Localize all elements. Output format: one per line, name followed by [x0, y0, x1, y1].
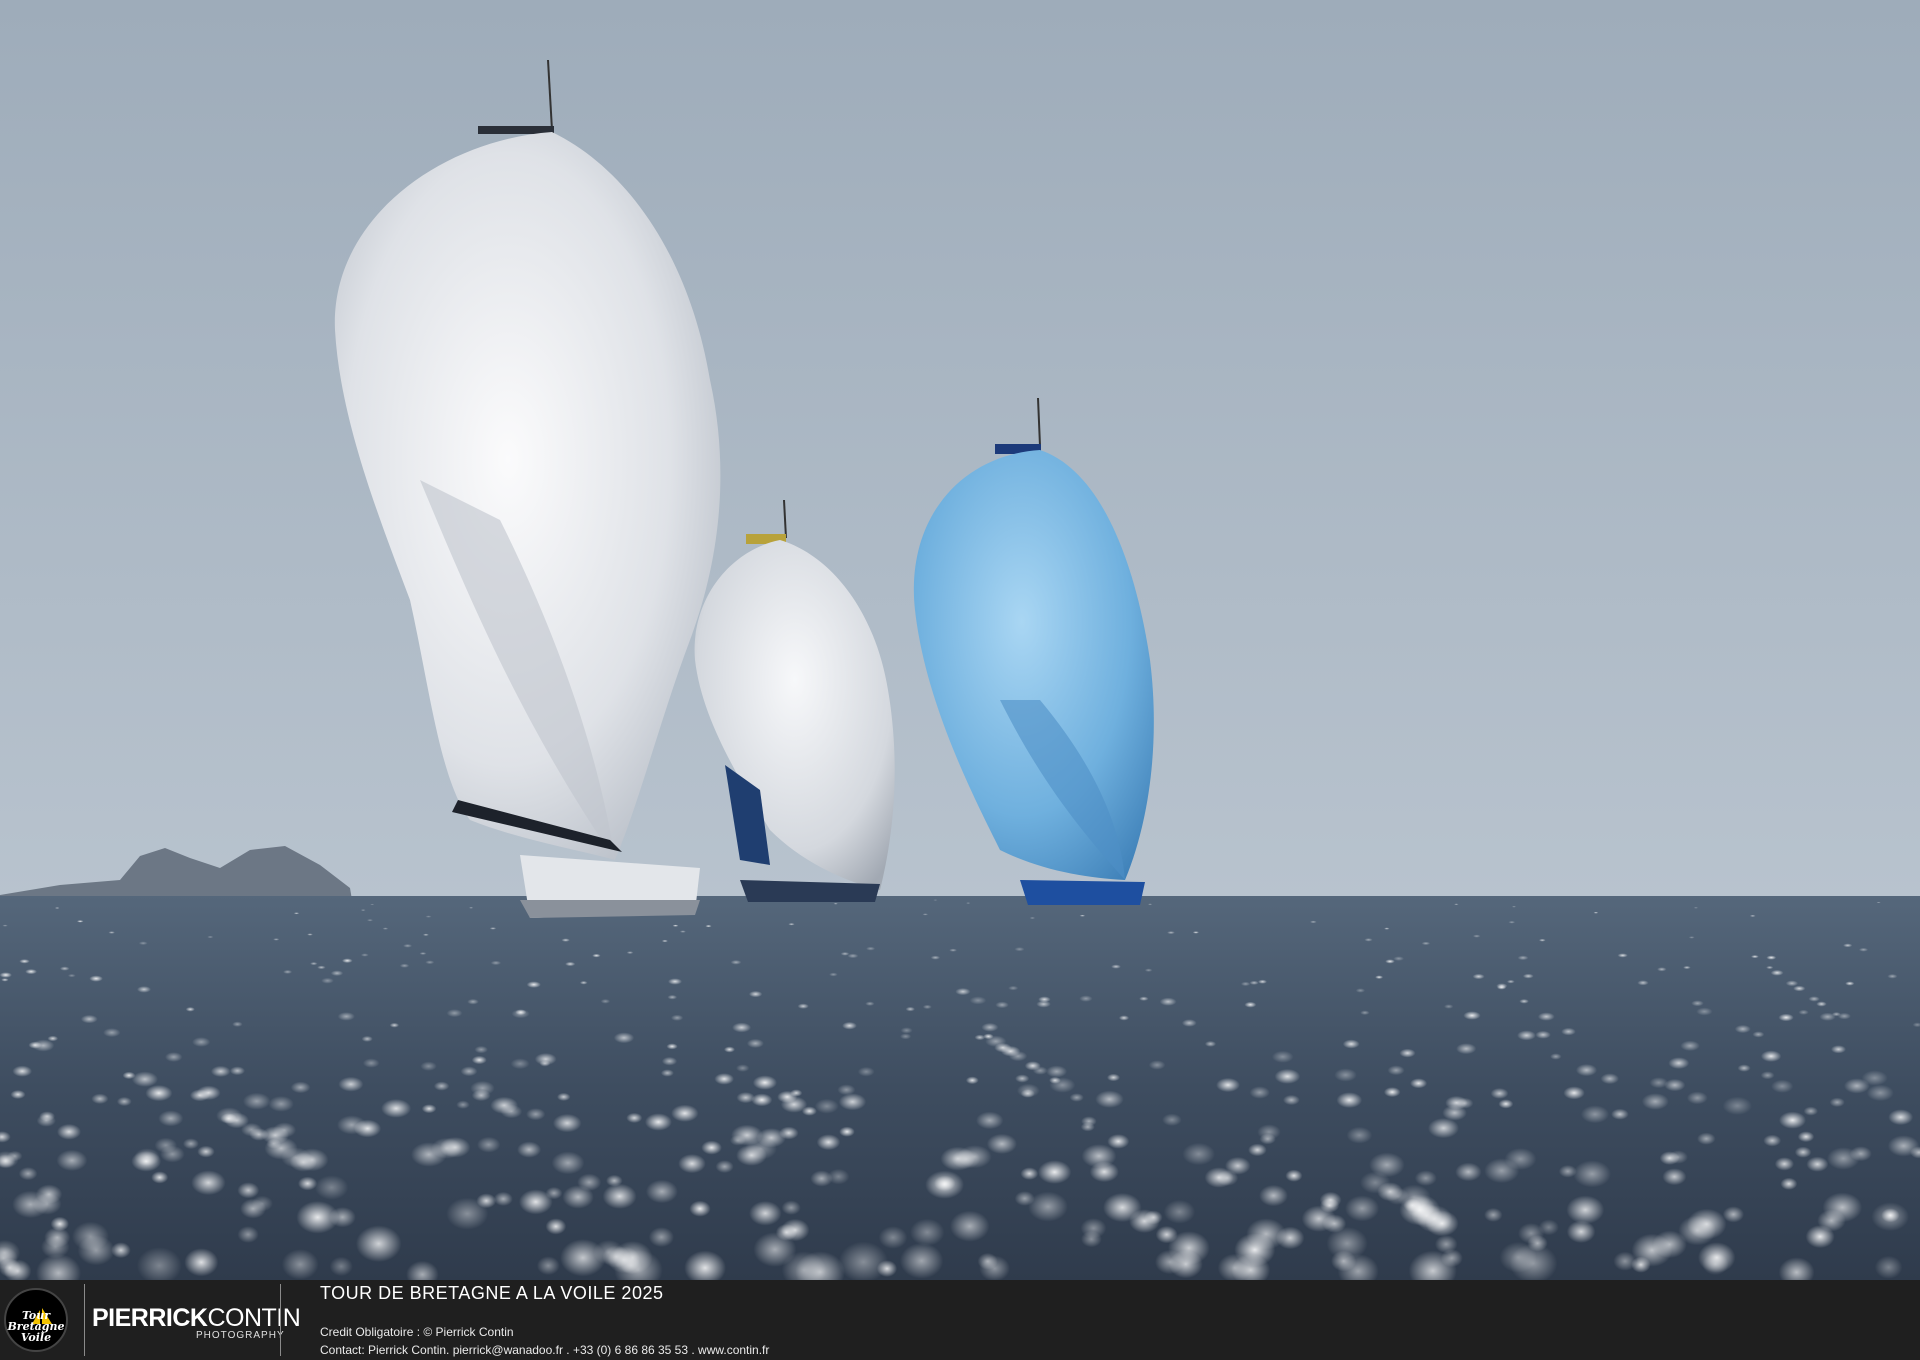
sailing-photo: [0, 0, 1920, 1280]
photo-frame: Tour Bretagne Voile PIERRICKCONTIN PHOTO…: [0, 0, 1920, 1360]
contact-line: Contact: Pierrick Contin. pierrick@wanad…: [320, 1343, 770, 1357]
tour-bretagne-voile-logo: Tour Bretagne Voile: [4, 1288, 68, 1352]
event-title: TOUR DE BRETAGNE A LA VOILE 2025: [320, 1283, 664, 1303]
brand-last-name: CONTIN: [207, 1304, 301, 1332]
brand-first-name: PIERRICK: [92, 1304, 208, 1332]
photographer-brand: PIERRICKCONTIN: [92, 1304, 301, 1333]
divider-1: [84, 1284, 85, 1356]
credit-footer: Tour Bretagne Voile PIERRICKCONTIN PHOTO…: [0, 1280, 1920, 1360]
logo-line-3: Voile: [20, 1331, 52, 1344]
brand-subtitle: PHOTOGRAPHY: [196, 1330, 285, 1341]
credit-line: Credit Obligatoire : © Pierrick Contin: [320, 1325, 514, 1339]
divider-2: [280, 1284, 281, 1356]
